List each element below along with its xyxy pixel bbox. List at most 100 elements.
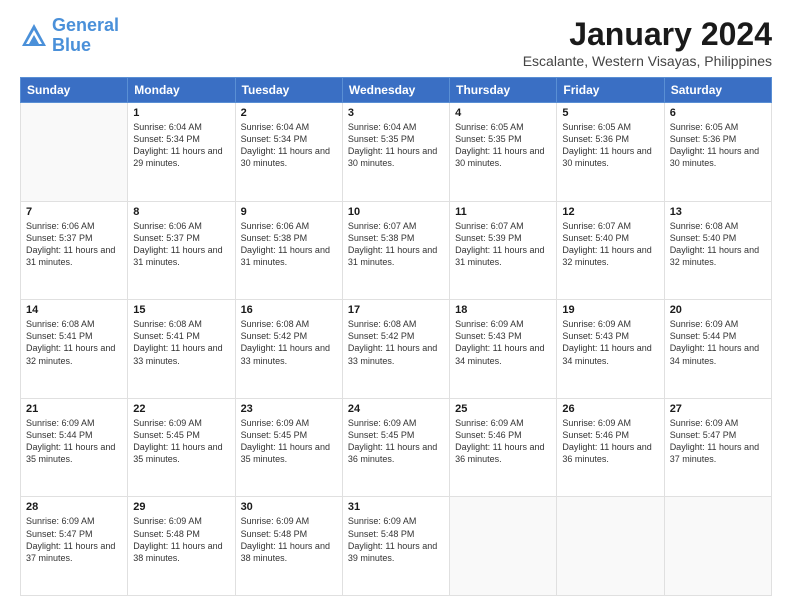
day-number: 9	[241, 206, 337, 218]
calendar-week-row: 7 Sunrise: 6:06 AM Sunset: 5:37 PM Daylig…	[21, 201, 772, 300]
day-number: 27	[670, 403, 766, 415]
calendar-cell: 14 Sunrise: 6:08 AM Sunset: 5:41 PM Dayli…	[21, 300, 128, 399]
calendar-cell: 4Sunrise: 6:05 AM Sunset: 5:35 PM Daylig…	[450, 103, 557, 202]
day-detail: Sunrise: 6:08 AM Sunset: 5:42 PM Dayligh…	[241, 318, 337, 367]
title-block: January 2024 Escalante, Western Visayas,…	[523, 16, 772, 69]
day-detail: Sunrise: 6:08 AM Sunset: 5:40 PM Dayligh…	[670, 220, 766, 269]
day-number: 23	[241, 403, 337, 415]
day-number: 14	[26, 304, 122, 316]
calendar-cell: 19Sunrise: 6:09 AM Sunset: 5:43 PM Dayli…	[557, 300, 664, 399]
weekday-header: Saturday	[664, 78, 771, 103]
calendar-cell: 5 Sunrise: 6:05 AM Sunset: 5:36 PM Daylig…	[557, 103, 664, 202]
day-number: 25	[455, 403, 551, 415]
day-number: 13	[670, 206, 766, 218]
day-detail: Sunrise: 6:09 AM Sunset: 5:48 PM Dayligh…	[133, 515, 229, 564]
day-number: 11	[455, 206, 551, 218]
calendar-cell: 7 Sunrise: 6:06 AM Sunset: 5:37 PM Daylig…	[21, 201, 128, 300]
calendar-cell: 23 Sunrise: 6:09 AM Sunset: 5:45 PM Dayli…	[235, 398, 342, 497]
calendar-cell: 13 Sunrise: 6:08 AM Sunset: 5:40 PM Dayli…	[664, 201, 771, 300]
day-number: 20	[670, 304, 766, 316]
day-detail: Sunrise: 6:09 AM Sunset: 5:48 PM Dayligh…	[348, 515, 444, 564]
day-number: 1	[133, 107, 229, 119]
day-number: 8	[133, 206, 229, 218]
calendar-week-row: 28Sunrise: 6:09 AM Sunset: 5:47 PM Dayli…	[21, 497, 772, 596]
logo-text: General Blue	[52, 16, 119, 56]
day-detail: Sunrise: 6:07 AM Sunset: 5:39 PM Dayligh…	[455, 220, 551, 269]
day-detail: Sunrise: 6:09 AM Sunset: 5:45 PM Dayligh…	[241, 417, 337, 466]
location: Escalante, Western Visayas, Philippines	[523, 53, 772, 69]
calendar-week-row: 21 Sunrise: 6:09 AM Sunset: 5:44 PM Dayli…	[21, 398, 772, 497]
day-number: 31	[348, 501, 444, 513]
day-detail: Sunrise: 6:05 AM Sunset: 5:36 PM Dayligh…	[562, 121, 658, 170]
day-detail: Sunrise: 6:09 AM Sunset: 5:48 PM Dayligh…	[241, 515, 337, 564]
day-detail: Sunrise: 6:09 AM Sunset: 5:46 PM Dayligh…	[562, 417, 658, 466]
day-detail: Sunrise: 6:05 AM Sunset: 5:35 PM Dayligh…	[455, 121, 551, 170]
calendar-cell: 20 Sunrise: 6:09 AM Sunset: 5:44 PM Dayli…	[664, 300, 771, 399]
day-detail: Sunrise: 6:04 AM Sunset: 5:35 PM Dayligh…	[348, 121, 444, 170]
day-detail: Sunrise: 6:06 AM Sunset: 5:38 PM Dayligh…	[241, 220, 337, 269]
day-number: 21	[26, 403, 122, 415]
calendar-cell: 11 Sunrise: 6:07 AM Sunset: 5:39 PM Dayli…	[450, 201, 557, 300]
calendar-cell: 15 Sunrise: 6:08 AM Sunset: 5:41 PM Dayli…	[128, 300, 235, 399]
calendar-cell: 28Sunrise: 6:09 AM Sunset: 5:47 PM Dayli…	[21, 497, 128, 596]
day-number: 16	[241, 304, 337, 316]
day-detail: Sunrise: 6:06 AM Sunset: 5:37 PM Dayligh…	[133, 220, 229, 269]
calendar-cell: 12 Sunrise: 6:07 AM Sunset: 5:40 PM Dayli…	[557, 201, 664, 300]
calendar-week-row: 1 Sunrise: 6:04 AM Sunset: 5:34 PM Daylig…	[21, 103, 772, 202]
weekday-header: Monday	[128, 78, 235, 103]
day-detail: Sunrise: 6:09 AM Sunset: 5:46 PM Dayligh…	[455, 417, 551, 466]
day-detail: Sunrise: 6:08 AM Sunset: 5:41 PM Dayligh…	[26, 318, 122, 367]
day-number: 17	[348, 304, 444, 316]
day-number: 12	[562, 206, 658, 218]
day-detail: Sunrise: 6:08 AM Sunset: 5:41 PM Dayligh…	[133, 318, 229, 367]
calendar-cell: 6Sunrise: 6:05 AM Sunset: 5:36 PM Daylig…	[664, 103, 771, 202]
header: General Blue January 2024 Escalante, Wes…	[20, 16, 772, 69]
calendar-header-row: SundayMondayTuesdayWednesdayThursdayFrid…	[21, 78, 772, 103]
calendar-cell: 9 Sunrise: 6:06 AM Sunset: 5:38 PM Daylig…	[235, 201, 342, 300]
weekday-header: Friday	[557, 78, 664, 103]
day-detail: Sunrise: 6:06 AM Sunset: 5:37 PM Dayligh…	[26, 220, 122, 269]
day-number: 2	[241, 107, 337, 119]
day-detail: Sunrise: 6:09 AM Sunset: 5:45 PM Dayligh…	[348, 417, 444, 466]
day-detail: Sunrise: 6:09 AM Sunset: 5:47 PM Dayligh…	[670, 417, 766, 466]
calendar-cell: 31 Sunrise: 6:09 AM Sunset: 5:48 PM Dayli…	[342, 497, 449, 596]
day-detail: Sunrise: 6:07 AM Sunset: 5:38 PM Dayligh…	[348, 220, 444, 269]
day-detail: Sunrise: 6:09 AM Sunset: 5:45 PM Dayligh…	[133, 417, 229, 466]
weekday-header: Wednesday	[342, 78, 449, 103]
day-number: 30	[241, 501, 337, 513]
logo: General Blue	[20, 16, 119, 56]
calendar-cell: 2Sunrise: 6:04 AM Sunset: 5:34 PM Daylig…	[235, 103, 342, 202]
day-detail: Sunrise: 6:09 AM Sunset: 5:44 PM Dayligh…	[26, 417, 122, 466]
day-number: 15	[133, 304, 229, 316]
day-detail: Sunrise: 6:04 AM Sunset: 5:34 PM Dayligh…	[133, 121, 229, 170]
day-detail: Sunrise: 6:07 AM Sunset: 5:40 PM Dayligh…	[562, 220, 658, 269]
calendar-cell: 8 Sunrise: 6:06 AM Sunset: 5:37 PM Daylig…	[128, 201, 235, 300]
day-number: 29	[133, 501, 229, 513]
calendar-cell: 25 Sunrise: 6:09 AM Sunset: 5:46 PM Dayli…	[450, 398, 557, 497]
day-detail: Sunrise: 6:09 AM Sunset: 5:44 PM Dayligh…	[670, 318, 766, 367]
month-title: January 2024	[523, 16, 772, 53]
day-number: 26	[562, 403, 658, 415]
day-number: 5	[562, 107, 658, 119]
calendar-cell: 29 Sunrise: 6:09 AM Sunset: 5:48 PM Dayli…	[128, 497, 235, 596]
day-number: 7	[26, 206, 122, 218]
page: General Blue January 2024 Escalante, Wes…	[0, 0, 792, 612]
calendar-cell: 16 Sunrise: 6:08 AM Sunset: 5:42 PM Dayli…	[235, 300, 342, 399]
calendar-cell: 22Sunrise: 6:09 AM Sunset: 5:45 PM Dayli…	[128, 398, 235, 497]
calendar-week-row: 14 Sunrise: 6:08 AM Sunset: 5:41 PM Dayli…	[21, 300, 772, 399]
calendar-cell: 24Sunrise: 6:09 AM Sunset: 5:45 PM Dayli…	[342, 398, 449, 497]
day-number: 10	[348, 206, 444, 218]
calendar-cell: 3Sunrise: 6:04 AM Sunset: 5:35 PM Daylig…	[342, 103, 449, 202]
day-detail: Sunrise: 6:08 AM Sunset: 5:42 PM Dayligh…	[348, 318, 444, 367]
day-number: 18	[455, 304, 551, 316]
logo-blue: Blue	[52, 36, 119, 56]
calendar-cell: 26 Sunrise: 6:09 AM Sunset: 5:46 PM Dayli…	[557, 398, 664, 497]
calendar-cell: 17 Sunrise: 6:08 AM Sunset: 5:42 PM Dayli…	[342, 300, 449, 399]
day-number: 28	[26, 501, 122, 513]
day-detail: Sunrise: 6:09 AM Sunset: 5:43 PM Dayligh…	[562, 318, 658, 367]
calendar-table: SundayMondayTuesdayWednesdayThursdayFrid…	[20, 77, 772, 596]
calendar-cell: 21 Sunrise: 6:09 AM Sunset: 5:44 PM Dayli…	[21, 398, 128, 497]
weekday-header: Tuesday	[235, 78, 342, 103]
logo-general: General	[52, 15, 119, 35]
calendar-cell	[557, 497, 664, 596]
